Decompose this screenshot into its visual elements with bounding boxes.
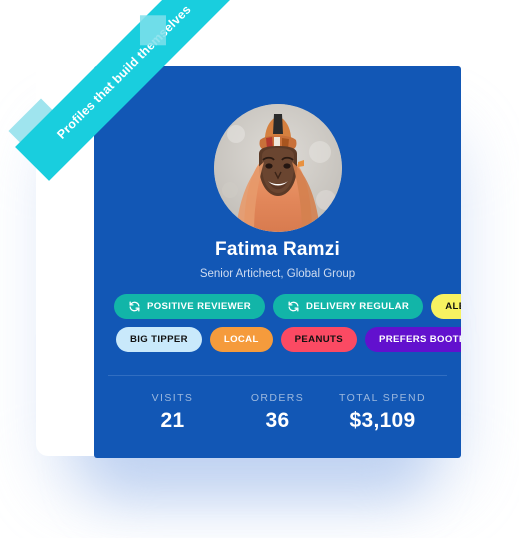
profile-card[interactable]: Fatima Ramzi Senior Artichect, Global Gr…	[94, 66, 461, 458]
tag-pill-label: PREFERS BOOTH 14	[378, 334, 461, 345]
tag-pill[interactable]: LOCAL	[209, 327, 273, 352]
tag-pill-label: POSITIVE REVIEWER	[147, 301, 252, 312]
stat-value: 36	[265, 409, 290, 432]
identity-block: Fatima Ramzi Senior Artichect, Global Gr…	[94, 238, 461, 282]
stat-label: ORDERS	[250, 392, 305, 404]
tag-pill[interactable]: DELIVERY REGULAR	[273, 294, 424, 319]
tag-pill[interactable]: PEANUTS	[280, 327, 357, 352]
section-divider	[108, 375, 447, 376]
tag-pill-label: PEANUTS	[294, 334, 343, 345]
stat-item: ORDERS 36	[225, 391, 330, 434]
page-title: Fatima Ramzi	[215, 239, 340, 260]
avatar	[213, 104, 342, 232]
stat-label: VISITS	[151, 392, 194, 404]
stat-value: 21	[160, 409, 185, 432]
card-frame: Fatima Ramzi Senior Artichect, Global Gr…	[36, 26, 461, 458]
stats-row: VISITS 21 ORDERS 36 TOTAL SPEND $3,109	[120, 391, 435, 434]
tag-list: POSITIVE REVIEWER DELIVERY REGULAR ALERT G…	[114, 294, 461, 360]
tag-pill[interactable]: PREFERS BOOTH 14	[364, 327, 461, 352]
profile-card-scene: Fatima Ramzi Senior Artichect, Global Gr…	[0, 0, 519, 538]
profile-role: Senior Artichect, Global Group	[199, 268, 356, 280]
tag-pill-label: DELIVERY REGULAR	[306, 301, 410, 312]
stat-item: VISITS 21	[120, 391, 225, 434]
tag-row: POSITIVE REVIEWER DELIVERY REGULAR ALERT G…	[114, 294, 461, 319]
stat-item: TOTAL SPEND $3,109	[330, 391, 435, 434]
tag-row: BIG TIPPER LOCAL PEANUTS PREFERS BOOTH 14	[114, 327, 461, 352]
tag-pill[interactable]: POSITIVE REVIEWER	[114, 294, 266, 319]
stat-value: $3,109	[349, 409, 416, 432]
refresh-icon	[128, 300, 141, 313]
tag-pill[interactable]: ALERT GM	[431, 294, 461, 319]
refresh-icon	[287, 300, 300, 313]
tag-pill-label: BIG TIPPER	[130, 334, 188, 345]
tag-pill-label: LOCAL	[223, 334, 259, 345]
avatar-photo	[213, 104, 342, 232]
tag-pill-label: ALERT GM	[445, 301, 461, 312]
tag-pill[interactable]: BIG TIPPER	[116, 327, 202, 352]
stat-label: TOTAL SPEND	[339, 392, 426, 404]
